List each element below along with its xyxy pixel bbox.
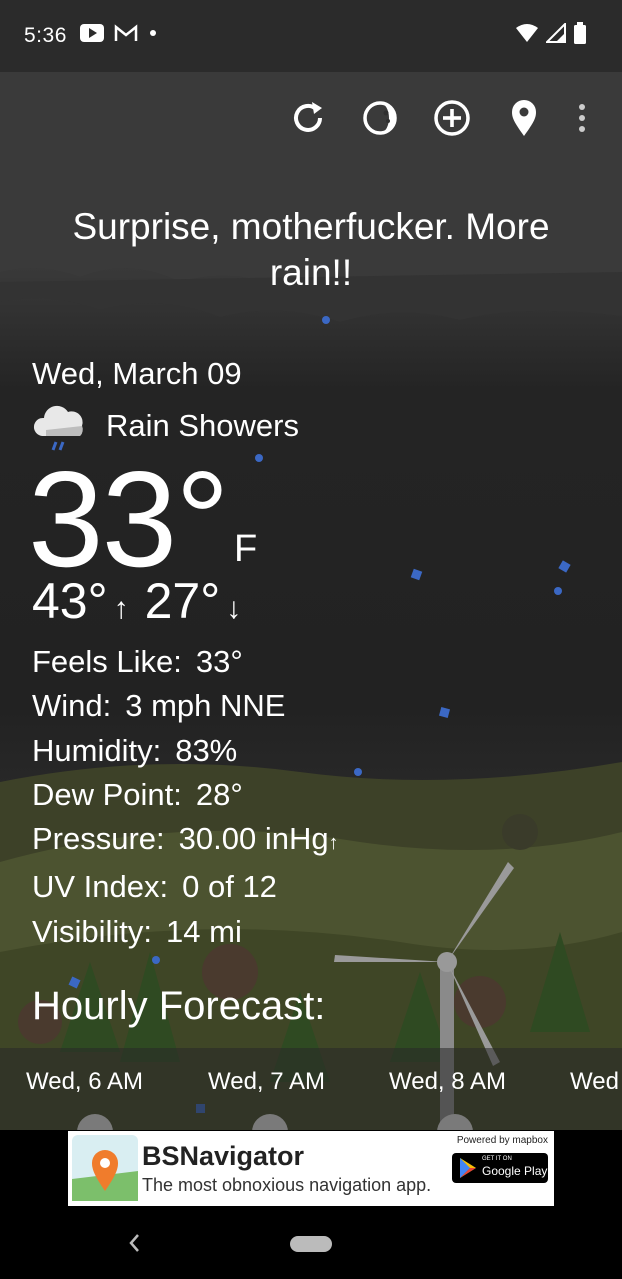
rain-drop <box>255 454 263 462</box>
high-low: 43° ↑ 27° ↓ <box>32 572 241 630</box>
status-time: 5:36 <box>24 24 67 47</box>
more-options-button[interactable] <box>560 96 604 140</box>
dew-point-value: 28° <box>195 776 243 812</box>
google-play-badge[interactable]: GET IT ON Google Play <box>452 1153 548 1183</box>
refresh-button[interactable] <box>272 96 344 140</box>
dot-icon <box>150 30 156 36</box>
app-logo-icon <box>72 1135 138 1201</box>
humidity-row: Humidity: 83% <box>32 729 339 773</box>
theme-button[interactable] <box>344 96 416 140</box>
play-badge-small-text: GET IT ON <box>482 1156 512 1162</box>
gmail-icon <box>114 24 138 41</box>
hourly-item-label[interactable]: Wed, 7 AM <box>208 1068 325 1096</box>
rain-drop <box>152 956 160 964</box>
feels-like-label: Feels Like: <box>32 644 182 679</box>
uv-index-value: 0 of 12 <box>182 869 277 905</box>
wifi-icon <box>516 24 538 42</box>
pressure-value: 30.00 inHg↑ <box>179 817 339 865</box>
visibility-label: Visibility: <box>32 913 153 949</box>
youtube-icon <box>80 24 104 42</box>
system-nav-bar <box>0 1209 622 1279</box>
ad-powered-by: Powered by mapbox <box>456 1135 548 1146</box>
pressure-label: Pressure: <box>32 821 165 857</box>
refresh-icon <box>294 102 322 132</box>
location-pin-icon <box>512 100 536 136</box>
theme-icon <box>363 101 397 135</box>
weather-details: Feels Like: 33° Wind: 3 mph NNE Humidity… <box>32 640 339 954</box>
more-vert-icon <box>579 104 585 132</box>
low-temp: 27° <box>144 573 221 629</box>
toolbar <box>272 96 604 140</box>
play-badge-store-name: Google Play <box>482 1164 548 1178</box>
visibility-value: 14 mi <box>166 913 242 949</box>
pressure-trend-arrow: ↑ <box>328 832 339 855</box>
ad-banner[interactable]: BSNavigator The most obnoxious navigatio… <box>68 1131 554 1206</box>
condition-text: Rain Showers <box>106 408 299 443</box>
ad-subtitle: The most obnoxious navigation app. <box>142 1175 432 1195</box>
uv-index-row: UV Index: 0 of 12 <box>32 865 339 909</box>
feels-like-row: Feels Like: 33° <box>32 640 339 684</box>
pressure-row: Pressure: 30.00 inHg↑ <box>32 817 339 865</box>
humidity-value: 83% <box>175 732 238 768</box>
high-temp: 43° <box>32 573 108 629</box>
wind-row: Wind: 3 mph NNE <box>32 684 339 728</box>
status-bar: 5:36 <box>0 0 622 72</box>
back-icon[interactable] <box>126 1231 144 1255</box>
rain-drop <box>322 316 330 324</box>
wind-label: Wind: <box>32 688 112 724</box>
hourly-item-label[interactable]: Wed, 8 AM <box>389 1068 506 1096</box>
status-right-icons <box>516 22 586 44</box>
current-date: Wed, March 09 <box>32 356 242 391</box>
dew-point-row: Dew Point: 28° <box>32 773 339 817</box>
hourly-item-label[interactable]: Wed, 6 AM <box>26 1068 143 1096</box>
battery-icon <box>574 22 586 44</box>
add-location-icon <box>434 100 470 136</box>
google-play-icon <box>460 1158 476 1178</box>
rain-drop <box>554 587 562 595</box>
home-pill-button[interactable] <box>290 1236 332 1252</box>
dew-point-label: Dew Point: <box>32 776 182 812</box>
high-arrow: ↑ <box>113 592 129 625</box>
uv-index-label: UV Index: <box>32 869 169 905</box>
rain-drop <box>354 768 362 776</box>
weather-quote: Surprise, motherfucker. More rain!! <box>72 206 550 293</box>
hourly-item-label[interactable]: Wed <box>570 1068 619 1096</box>
wind-value: 3 mph NNE <box>125 688 286 724</box>
humidity-label: Humidity: <box>32 732 162 768</box>
low-arrow: ↓ <box>226 592 242 625</box>
location-button[interactable] <box>488 96 560 140</box>
feels-like-value: 33° <box>195 644 243 679</box>
ad-title: BSNavigator <box>142 1141 305 1171</box>
status-left-icons <box>80 24 158 42</box>
hourly-forecast-title: Hourly Forecast: <box>32 984 326 1028</box>
temperature-unit: F <box>234 528 258 570</box>
pressure-number: 30.00 inHg <box>178 821 329 857</box>
add-location-button[interactable] <box>416 96 488 140</box>
cell-signal-icon <box>546 23 566 43</box>
visibility-row: Visibility: 14 mi <box>32 910 339 954</box>
